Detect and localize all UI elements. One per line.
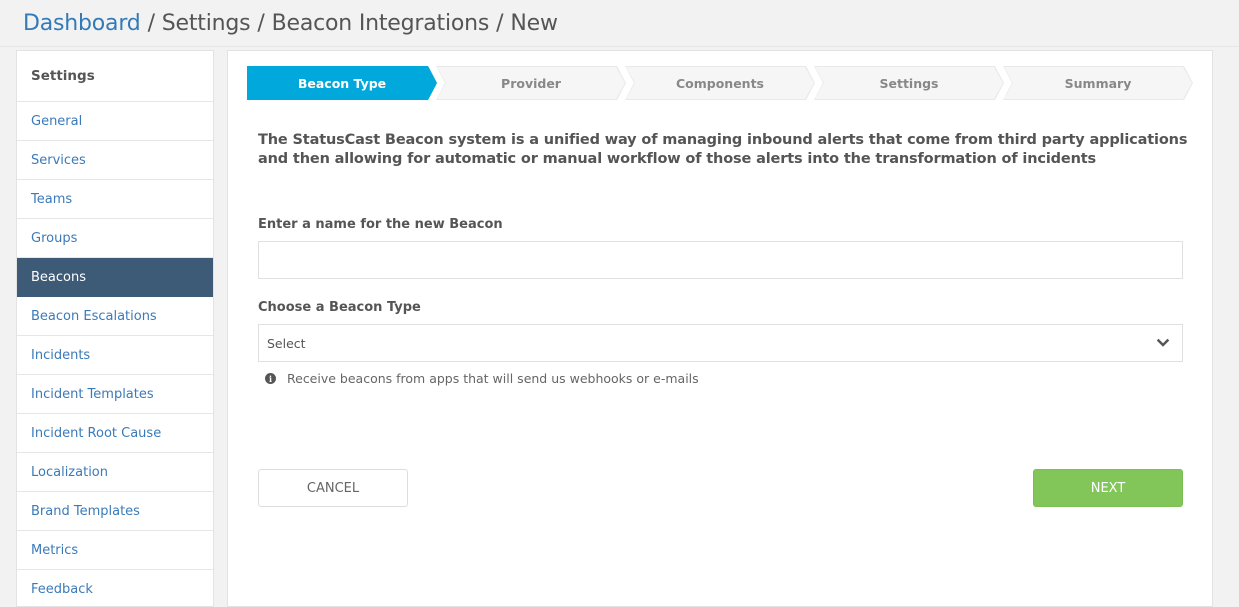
sidebar-title: Settings (17, 51, 213, 102)
breadcrumb-new: New (510, 10, 558, 36)
sidebar-item-beacons[interactable]: Beacons (17, 258, 213, 297)
sidebar-item-groups[interactable]: Groups (17, 219, 213, 258)
main-panel: Beacon Type Provider Components Settings… (227, 50, 1213, 607)
beacon-type-select[interactable]: Select (258, 324, 1183, 362)
sidebar-item-services[interactable]: Services (17, 141, 213, 180)
breadcrumb-beacon-integrations: Beacon Integrations (271, 10, 490, 36)
wizard-step-summary[interactable]: Summary (1003, 66, 1193, 100)
cancel-button[interactable]: CANCEL (258, 469, 408, 507)
breadcrumb-separator: / (147, 10, 155, 36)
sidebar-item-metrics[interactable]: Metrics (17, 531, 213, 570)
intro-text: The StatusCast Beacon system is a unifie… (258, 132, 1188, 167)
wizard-steps: Beacon Type Provider Components Settings… (247, 66, 1193, 100)
breadcrumb-settings: Settings (161, 10, 251, 36)
wizard-step-label: Summary (1064, 75, 1132, 91)
breadcrumb: Dashboard / Settings / Beacon Integratio… (0, 0, 1239, 47)
sidebar-item-feedback[interactable]: Feedback (17, 570, 213, 606)
sidebar-item-incidents[interactable]: Incidents (17, 336, 213, 375)
sidebar-item-teams[interactable]: Teams (17, 180, 213, 219)
wizard-step-provider[interactable]: Provider (436, 66, 626, 100)
breadcrumb-dashboard-link[interactable]: Dashboard (23, 11, 141, 36)
sidebar-item-incident-templates[interactable]: Incident Templates (17, 375, 213, 414)
beacon-type-hint: i Receive beacons from apps that will se… (265, 371, 699, 386)
sidebar-item-localization[interactable]: Localization (17, 453, 213, 492)
beacon-name-label: Enter a name for the new Beacon (258, 217, 503, 232)
info-circle-icon: i (265, 373, 276, 384)
beacon-name-input[interactable] (258, 241, 1183, 279)
hint-text: Receive beacons from apps that will send… (287, 371, 699, 386)
next-button[interactable]: NEXT (1033, 469, 1183, 507)
settings-sidebar: Settings General Services Teams Groups B… (16, 50, 214, 607)
sidebar-item-incident-root-cause[interactable]: Incident Root Cause (17, 414, 213, 453)
breadcrumb-separator: / (257, 10, 265, 36)
breadcrumb-separator: / (496, 10, 504, 36)
wizard-step-label: Provider (501, 75, 561, 91)
sidebar-item-general[interactable]: General (17, 102, 213, 141)
sidebar-item-brand-templates[interactable]: Brand Templates (17, 492, 213, 531)
wizard-step-label: Settings (879, 75, 939, 91)
wizard-step-settings[interactable]: Settings (814, 66, 1004, 100)
wizard-step-beacon-type[interactable]: Beacon Type (247, 66, 437, 100)
beacon-type-label: Choose a Beacon Type (258, 300, 421, 315)
wizard-step-components[interactable]: Components (625, 66, 815, 100)
chevron-down-icon (1157, 338, 1169, 347)
sidebar-item-beacon-escalations[interactable]: Beacon Escalations (17, 297, 213, 336)
beacon-type-selected-value: Select (267, 335, 306, 351)
wizard-step-label: Beacon Type (297, 75, 387, 91)
wizard-step-label: Components (675, 75, 764, 91)
